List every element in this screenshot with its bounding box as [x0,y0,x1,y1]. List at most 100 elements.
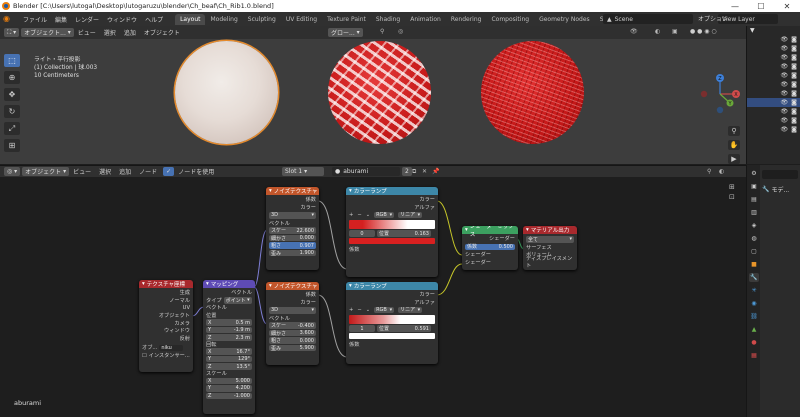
socket-alpha-out[interactable]: アルファ [349,299,435,307]
dimensions-dropdown[interactable]: 3D ▾ [269,307,316,314]
camera-restrict-icon[interactable]: ◙ [791,81,797,88]
visibility-eye-icon[interactable]: 👁 [781,54,789,61]
remove-stop-icon[interactable]: − [357,212,361,218]
output-target-dropdown[interactable]: 全て ▾ [526,236,574,243]
duplicate-material-icon[interactable]: ⧉ [412,168,416,176]
noise-distortion-field[interactable]: 歪み 5.900 [269,344,316,352]
navigation-gizmo[interactable]: X Z Y [698,70,746,118]
sphere-marbled[interactable] [328,41,431,144]
physics-tab-icon[interactable]: ◉ [749,299,759,308]
object-mode-dropdown[interactable]: オブジェクト... ▾ [21,28,74,37]
instancer-checkbox[interactable]: ☐ インスタンサー... [142,352,190,360]
scene-tab-icon[interactable]: ◈ [749,221,759,230]
node-header[interactable]: ▾ テクスチャ座標 [139,280,193,288]
node-texture-coordinate[interactable]: ▾ テクスチャ座標 生成 ノーマル UV オブジェクト カメラ ウィンドウ 反射… [139,280,193,372]
node-material-output[interactable]: ▾ マテリアル出力 全て ▾ サーフェス ボリューム ディスプレイスメント [523,226,577,270]
view-layer-tab-icon[interactable]: ▥ [749,208,759,217]
menu-render[interactable]: レンダー [71,15,103,24]
list-item[interactable]: 👁 ◙ [747,125,800,134]
slot-dropdown[interactable]: Slot 1 ▾ [282,167,324,176]
visibility-icon[interactable]: 👁 [630,28,638,35]
socket-uv[interactable]: UV [142,304,190,312]
sphere-red-noise[interactable] [481,41,584,144]
mapping-type-dropdown[interactable]: ポイント ▾ [223,297,252,304]
properties-search-input[interactable] [762,170,798,179]
node-noise-texture-1[interactable]: ▾ ノイズテクスチャ 係数 カラー 3D ▾ ベクトル スケー 22.600 細かさ… [266,187,319,270]
socket-shader-in-1[interactable]: シェーダー [465,251,515,259]
list-item[interactable]: 👁 ◙ [747,53,800,62]
node-editor-canvas[interactable]: ▾ テクスチャ座標 生成 ノーマル UV オブジェクト カメラ ウィンドウ 反射… [0,177,746,417]
ramp-menu-icon[interactable]: ⌄ [366,212,370,218]
camera-restrict-icon[interactable]: ◙ [791,36,797,43]
color-mode-dropdown[interactable]: RGB ▾ [374,211,395,219]
menu-window[interactable]: ウィンドウ [103,15,141,24]
zoom-icon[interactable]: ⚲ [728,126,740,136]
add-stop-icon[interactable]: + [349,212,353,218]
node-noise-texture-2[interactable]: ▾ ノイズテクスチャ 係数 カラー 3D ▾ ベクトル スケー -0.400 細かさ… [266,282,319,365]
select-tool-icon[interactable]: ⬚ [4,54,20,67]
socket-color-out[interactable]: カラー [269,299,316,307]
socket-shader-in-2[interactable]: シェーダー [465,259,515,267]
noise-roughness-field[interactable]: 粗さ 0.000 [269,337,316,344]
maximize-icon[interactable]: ☐ [748,0,774,12]
viewport-options-button[interactable]: オプション [698,14,728,23]
stop-position-field[interactable]: 位置 0.163 [377,230,431,237]
tab-shading[interactable]: Shading [371,14,405,25]
camera-restrict-icon[interactable]: ◙ [791,54,797,61]
node-sidebar-toggle-icon[interactable]: ⊞ [729,183,741,193]
move-tool-icon[interactable]: ✥ [4,88,20,101]
shading-mode-icons[interactable]: ● ● ◉ ○ [690,28,717,35]
visibility-eye-icon[interactable]: 👁 [781,99,789,106]
scene-selector[interactable]: ▲ Scene [603,14,693,24]
camera-restrict-icon[interactable]: ◙ [791,99,797,106]
list-item[interactable]: 👁 ◙ [747,89,800,98]
noise-distortion-field[interactable]: 歪み 1.900 [269,249,316,257]
collection-tab-icon[interactable]: ▢ [749,247,759,256]
stop-index-field[interactable]: 1 [349,325,375,332]
stop-color-swatch[interactable] [349,333,435,340]
node-mapping[interactable]: ▾ マッピング ベクトル タイプ ポイント ▾ ベクトル 位置 X 0.5 m Y -1… [203,280,255,414]
snap-icon[interactable]: ⚲ [380,28,384,35]
camera-restrict-icon[interactable]: ◙ [791,117,797,124]
socket-object[interactable]: オブジェクト [142,312,190,320]
visibility-eye-icon[interactable]: 👁 [781,90,789,97]
camera-icon[interactable]: ▶ [728,154,740,164]
blender-logo-icon[interactable]: ◉ [3,14,15,24]
node-menu-view[interactable]: ビュー [69,167,95,176]
scale-y-field[interactable]: Y 4.200 [206,385,252,392]
proportional-edit-icon[interactable]: ◎ [398,28,403,35]
camera-restrict-icon[interactable]: ◙ [791,72,797,79]
socket-vector-in[interactable]: ベクトル [206,304,252,312]
minimize-icon[interactable]: — [722,0,748,12]
scale-tool-icon[interactable]: ⤢ [4,122,20,135]
stop-color-swatch[interactable] [349,238,435,245]
snap-toggle-icon[interactable]: ⚲ [707,168,711,175]
rotate-tool-icon[interactable]: ↻ [4,105,20,118]
texture-tab-icon[interactable]: ▦ [749,351,759,360]
list-item[interactable]: 👁 ◙ [747,107,800,116]
pin-icon[interactable]: 📌 [432,168,439,175]
unlink-material-icon[interactable]: ✕ [422,168,427,175]
node-menu-node[interactable]: ノード [135,167,161,176]
list-item[interactable]: 👁 ◙ [747,98,800,107]
world-tab-icon[interactable]: ◍ [749,234,759,243]
overlay-toggle-icon[interactable]: ◐ [719,168,724,175]
object-field[interactable]: niku [159,344,184,352]
transform-orientation-dropdown[interactable]: グロー... ▾ [328,28,363,37]
viewport-menu-select[interactable]: 選択 [100,28,120,37]
color-ramp-gradient[interactable] [349,314,435,324]
constraints-tab-icon[interactable]: ⛓ [749,312,759,321]
node-mix-shader[interactable]: ▾ シェーダーミックス シェーダー 係数 0.500 シェーダー シェーダー [462,226,518,270]
ramp-menu-icon[interactable]: ⌄ [366,307,370,313]
transform-tool-icon[interactable]: ⊞ [4,139,20,152]
noise-detail-field[interactable]: 細かさ 3.600 [269,329,316,337]
socket-fac-in[interactable]: 係数 [349,340,435,348]
render-tab-icon[interactable]: ▣ [749,182,759,191]
tab-sculpting[interactable]: Sculpting [243,14,281,25]
menu-help[interactable]: ヘルプ [141,15,167,24]
camera-restrict-icon[interactable]: ◙ [791,126,797,133]
object-tab-icon[interactable]: ■ [749,260,759,269]
stop-position-field[interactable]: 位置 0.591 [377,325,431,332]
socket-color-out[interactable]: カラー [269,204,316,212]
close-icon[interactable]: ✕ [774,0,800,12]
